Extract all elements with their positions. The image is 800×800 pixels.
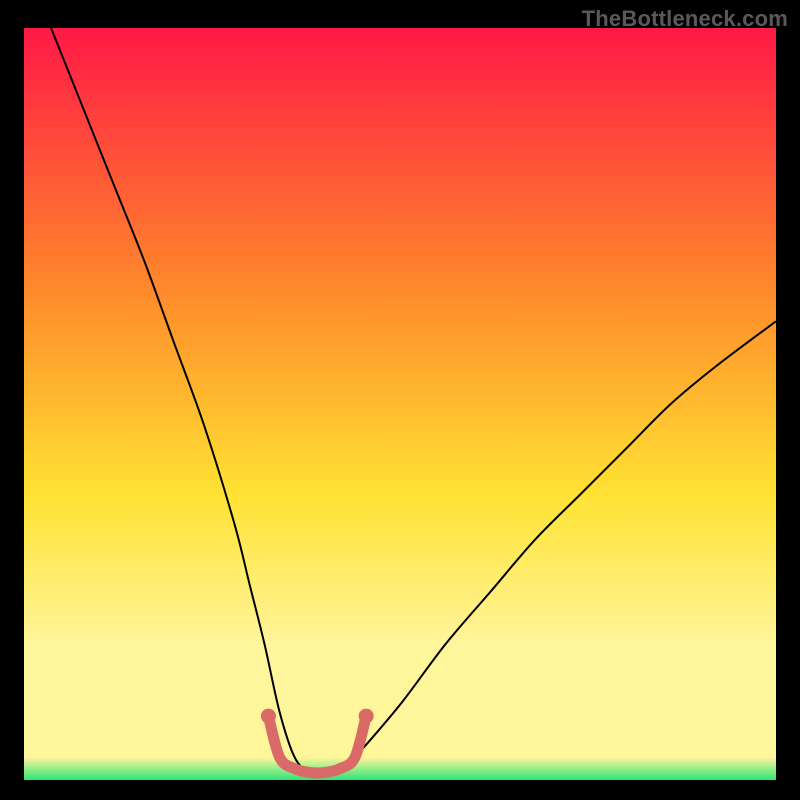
chart-root: TheBottleneck.com: [0, 0, 800, 800]
gradient-background: [24, 28, 776, 780]
watermark-text: TheBottleneck.com: [582, 6, 788, 32]
chart-svg: [24, 28, 776, 780]
marker-end-dot: [359, 709, 374, 724]
marker-end-dot: [261, 709, 276, 724]
plot-area: [24, 28, 776, 780]
